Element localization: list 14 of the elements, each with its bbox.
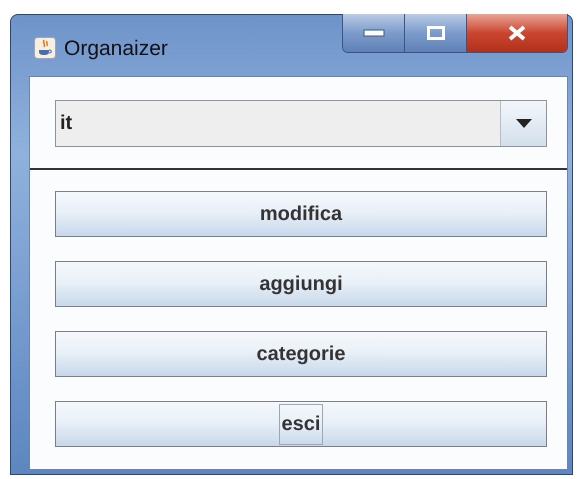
- java-cup-icon: [34, 37, 56, 59]
- action-button[interactable]: aggiungi: [55, 261, 547, 307]
- maximize-icon: [426, 26, 444, 40]
- minimize-icon: [362, 29, 384, 37]
- language-dropdown[interactable]: it: [55, 100, 547, 147]
- maximize-button[interactable]: [405, 14, 467, 52]
- close-button[interactable]: [467, 14, 567, 52]
- action-button[interactable]: esci: [55, 401, 547, 447]
- dropdown-arrow-icon: [516, 119, 532, 128]
- action-button[interactable]: categorie: [55, 331, 547, 377]
- action-button[interactable]: modifica: [55, 191, 547, 237]
- minimize-button[interactable]: [343, 14, 405, 52]
- close-icon: [507, 25, 527, 41]
- window-title: Organaizer: [64, 37, 168, 61]
